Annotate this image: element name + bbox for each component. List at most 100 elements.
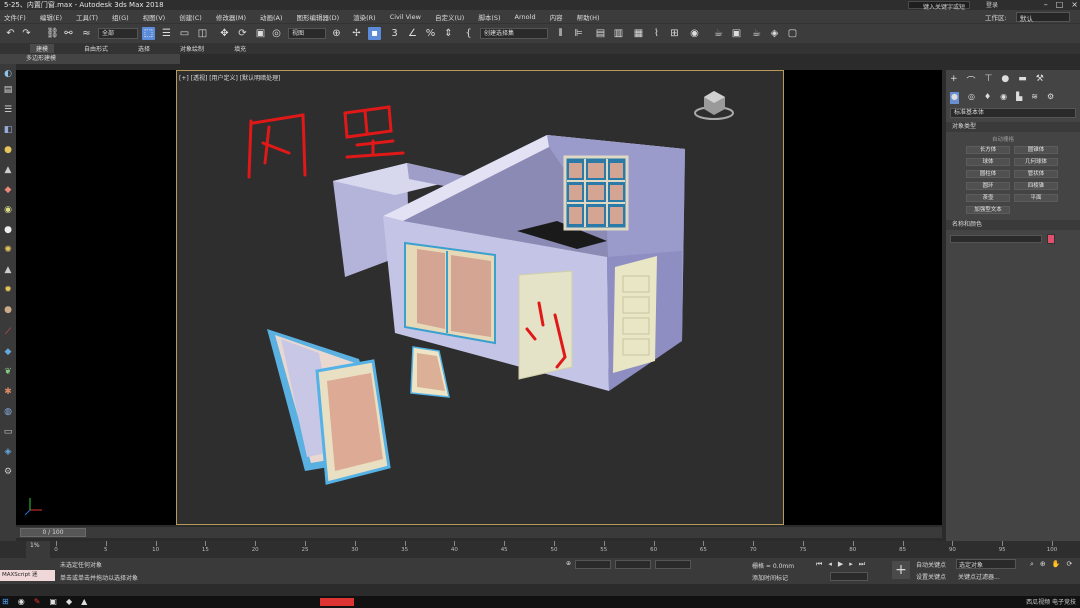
maxscript-listener[interactable]: MAXScript 迷 xyxy=(0,570,55,581)
plant-icon[interactable]: ❦ xyxy=(2,366,14,378)
shape-icon[interactable]: ◉ xyxy=(2,204,14,216)
object-color-swatch[interactable] xyxy=(1047,234,1055,244)
list-icon[interactable]: ☰ xyxy=(2,104,14,116)
select-manipulate-icon[interactable]: ✢ xyxy=(350,27,363,40)
textplus-button[interactable]: 加强型文本 xyxy=(966,206,1010,214)
render-production-icon[interactable]: ☕ xyxy=(750,27,763,40)
start-icon[interactable]: ⊞ xyxy=(2,597,9,606)
menu-views[interactable]: 视图(V) xyxy=(143,12,166,22)
toggle-ribbon-icon[interactable]: ▦ xyxy=(632,27,645,40)
menu-edit[interactable]: 编辑(E) xyxy=(40,12,62,22)
maximize-icon[interactable]: □ xyxy=(1056,0,1064,9)
previous-frame-icon[interactable]: ◂ xyxy=(828,560,832,569)
window-crossing-icon[interactable]: ◫ xyxy=(196,27,209,40)
rotate-icon[interactable]: ⟳ xyxy=(236,27,249,40)
camera-icon[interactable]: ▲ xyxy=(2,164,14,176)
menu-scripting[interactable]: 脚本(S) xyxy=(478,12,500,22)
current-frame-field[interactable] xyxy=(830,572,868,581)
menu-help[interactable]: 帮助(H) xyxy=(577,12,600,22)
hierarchy-tab-icon[interactable]: ⊤ xyxy=(985,74,993,88)
bone-icon[interactable]: ⟋ xyxy=(2,326,14,338)
app-icon-1[interactable]: ◉ xyxy=(18,597,25,606)
zoom-icon[interactable]: ⌕ xyxy=(1030,560,1034,569)
selection-filter-dropdown[interactable]: 全部 xyxy=(98,28,138,39)
menu-modifiers[interactable]: 修改器(M) xyxy=(216,12,246,22)
modify-tab-icon[interactable]: ⌒ xyxy=(967,74,976,88)
select-by-name-icon[interactable]: ☰ xyxy=(160,27,173,40)
menu-graph-editors[interactable]: 图形编辑器(D) xyxy=(297,12,340,22)
close-icon[interactable]: × xyxy=(1071,0,1078,9)
align-icon[interactable]: ⊫ xyxy=(572,27,585,40)
link-icon[interactable]: ⛓ xyxy=(46,27,59,40)
edit-named-selection-icon[interactable]: { xyxy=(462,27,475,40)
mirror-icon[interactable]: ⫴ xyxy=(554,27,567,40)
helper-icon[interactable]: ◆ xyxy=(2,184,14,196)
object-name-input[interactable] xyxy=(950,235,1042,243)
render-setup-icon[interactable]: ☕ xyxy=(712,27,725,40)
set-key-plus-icon[interactable]: + xyxy=(892,561,910,579)
ribbon-tab-selection[interactable]: 选择 xyxy=(138,44,150,53)
ribbon-tab-freeform[interactable]: 自由形式 xyxy=(84,44,108,53)
particle-icon[interactable]: ✱ xyxy=(2,386,14,398)
search-input[interactable]: 键入关键字或短语 xyxy=(908,1,970,20)
menu-group[interactable]: 组(G) xyxy=(112,12,129,22)
menu-animation[interactable]: 动画(A) xyxy=(260,12,283,22)
keyboard-shortcut-override-icon[interactable]: ▪ xyxy=(368,27,381,40)
app-icon-2[interactable]: ✎ xyxy=(34,597,41,606)
bind-space-warp-icon[interactable]: ≈ xyxy=(80,27,93,40)
x-coordinate-field[interactable] xyxy=(575,560,612,569)
material-editor-icon[interactable]: ◉ xyxy=(688,27,701,40)
menu-file[interactable]: 文件(F) xyxy=(4,12,26,22)
spacewarps-category-icon[interactable]: ≋ xyxy=(1031,92,1038,104)
set-key-button[interactable]: 设置关键点 xyxy=(916,572,946,581)
sphere-button[interactable]: 球体 xyxy=(966,158,1010,166)
shapes-category-icon[interactable]: ◎ xyxy=(968,92,975,104)
utilities-tab-icon[interactable]: ⚒ xyxy=(1036,74,1044,88)
pivot-center-icon[interactable]: ⊕ xyxy=(330,27,343,40)
helpers-category-icon[interactable]: ▙ xyxy=(1016,92,1022,104)
color-swatch-bar[interactable] xyxy=(320,598,354,606)
star-icon[interactable]: ✹ xyxy=(2,284,14,296)
unlink-icon[interactable]: ⚯ xyxy=(62,27,75,40)
render-iterative-icon[interactable]: ◈ xyxy=(768,27,781,40)
menu-tools[interactable]: 工具(T) xyxy=(76,12,98,22)
percent-snap-icon[interactable]: % xyxy=(424,27,437,40)
auto-key-button[interactable]: 自动关键点 xyxy=(916,560,946,569)
systems-category-icon[interactable]: ⚙ xyxy=(1047,92,1054,104)
menu-content[interactable]: 内容 xyxy=(550,12,563,22)
create-tab-icon[interactable]: + xyxy=(950,74,958,88)
goto-start-icon[interactable]: ⏮ xyxy=(816,560,822,569)
filter-icon[interactable]: ▤ xyxy=(2,84,14,96)
track-bar[interactable]: 1% 0 5 10 15 20 25 30 35 40 45 50 55 60 65 70 75 80 85 90 9… xyxy=(0,541,1080,558)
menu-rendering[interactable]: 渲染(R) xyxy=(353,12,376,22)
redo-icon[interactable]: ↷ xyxy=(20,27,33,40)
schematic-view-icon[interactable]: ⊞ xyxy=(668,27,681,40)
named-selection-sets-dropdown[interactable]: 创建选择集 xyxy=(480,28,548,39)
scale-icon[interactable]: ▣ xyxy=(254,27,267,40)
perspective-viewport[interactable]: [+] [透视] [用户定义] [默认明暗处理] 内置 xyxy=(176,70,784,525)
menu-arnold[interactable]: Arnold xyxy=(515,13,536,21)
settings-icon[interactable]: ⚙ xyxy=(2,466,14,478)
sphere-icon[interactable]: ● xyxy=(2,304,14,316)
tube-button[interactable]: 管状体 xyxy=(1014,170,1058,178)
track-bar-toggle[interactable]: 1% xyxy=(26,541,50,558)
toggle-layer-explorer-icon[interactable]: ▥ xyxy=(612,27,625,40)
minimize-icon[interactable]: – xyxy=(1044,0,1048,9)
pan-icon[interactable]: ✋ xyxy=(1052,560,1061,569)
undo-icon[interactable]: ↶ xyxy=(4,27,17,40)
box-icon[interactable]: ◆ xyxy=(2,346,14,358)
ribbon-tab-object-paint[interactable]: 对象绘制 xyxy=(180,44,204,53)
menu-customize[interactable]: 自定义(U) xyxy=(435,12,464,22)
geosphere-button[interactable]: 几何球体 xyxy=(1014,158,1058,166)
place-icon[interactable]: ◎ xyxy=(270,27,283,40)
menu-create[interactable]: 创建(C) xyxy=(179,12,202,22)
scene-explorer-icon[interactable]: ◐ xyxy=(2,68,14,80)
key-filters-button[interactable]: 关键点过滤器... xyxy=(958,572,1000,581)
time-slider-thumb[interactable]: 0 / 100 xyxy=(20,528,86,537)
display-icon[interactable]: ▭ xyxy=(2,426,14,438)
snaps-toggle-icon[interactable]: 3 xyxy=(388,27,401,40)
ribbon-tab-populate[interactable]: 填充 xyxy=(234,44,246,53)
sun-icon[interactable]: ✺ xyxy=(2,244,14,256)
z-coordinate-field[interactable] xyxy=(655,560,692,569)
motion-tab-icon[interactable]: ● xyxy=(1001,74,1009,88)
